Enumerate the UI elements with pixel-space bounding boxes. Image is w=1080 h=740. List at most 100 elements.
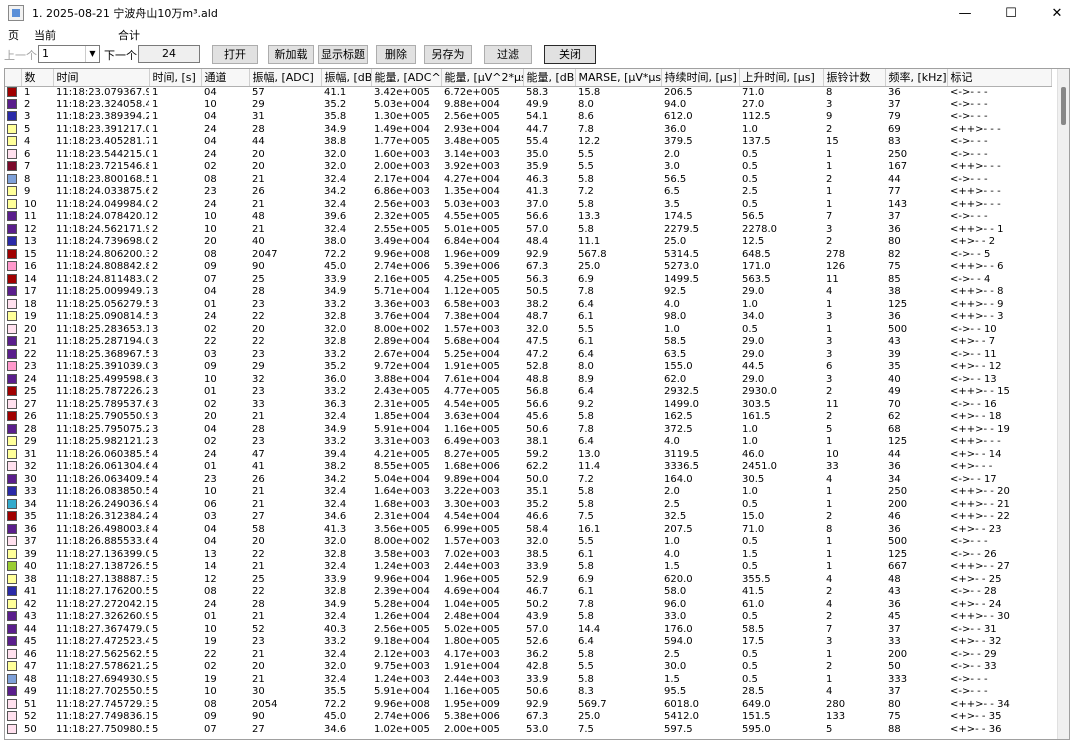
table-row[interactable]: 9 11:18:24.033875.6 2 23 26 34.2 6.86e+003 1.35… (5, 186, 1051, 199)
reload-button[interactable]: 新加载 (268, 45, 314, 64)
table-cell: 5 (152, 636, 159, 648)
table-cell: 46.3 (526, 173, 549, 185)
color-swatch-icon (7, 636, 17, 647)
row-color-cell (5, 148, 21, 162)
table-row[interactable]: 51 11:18:27.745729.3 5 08 2054 72.2 9.96e+008 1… (5, 698, 1051, 712)
table-cell: 5.8 (578, 673, 594, 685)
table-row[interactable]: 32 11:18:26.061304.6 4 01 41 38.2 8.55e+005 1.6… (5, 461, 1051, 474)
table-row[interactable]: 50 11:18:27.750980.5 5 07 27 34.6 1.02e+005 2.0… (5, 723, 1051, 737)
table-row[interactable]: 17 11:18:25.009949.7 3 04 28 34.9 5.71e+004 1.1… (5, 286, 1051, 299)
table-row[interactable]: 43 11:18:27.326260.9 5 01 21 32.4 1.26e+004 2.4… (5, 611, 1051, 624)
column-header[interactable]: 振铃计数 (823, 69, 886, 87)
column-header[interactable]: 时间, [s] (149, 69, 202, 87)
table-row[interactable]: 44 11:18:27.367479.0 5 10 52 40.3 2.56e+005 5.0… (5, 623, 1051, 637)
table-row[interactable]: 10 11:18:24.049984.0 2 24 21 32.4 2.56e+003 5.0… (5, 198, 1051, 212)
table-row[interactable]: 34 11:18:26.249036.9 4 06 21 32.4 1.68e+003 3.3… (5, 498, 1051, 512)
table-row[interactable]: 25 11:18:25.787226.2 3 01 23 33.2 2.43e+005 4.7… (5, 386, 1051, 399)
table-cell: 1 (826, 561, 833, 573)
table-row[interactable]: 18 11:18:25.056279.5 3 01 23 33.2 3.36e+003 6.5… (5, 298, 1051, 312)
table-row[interactable]: 46 11:18:27.562562.5 5 22 21 32.4 2.12e+003 4.1… (5, 648, 1051, 662)
table-row[interactable]: 48 11:18:27.694930.9 5 19 21 32.4 1.24e+003 2.4… (5, 673, 1051, 687)
table-row[interactable]: 21 11:18:25.287194.0 3 22 22 32.8 2.89e+004 5.6… (5, 336, 1051, 349)
column-header[interactable]: 时间 (53, 69, 150, 87)
table-row[interactable]: 27 11:18:25.789537.6 3 02 33 36.3 2.31e+005 4.5… (5, 398, 1051, 412)
table-row[interactable]: 29 11:18:25.982121.2 3 02 23 33.2 3.31e+003 6.4… (5, 436, 1051, 449)
table-row[interactable]: 22 11:18:25.368967.5 3 03 23 33.2 2.67e+004 5.2… (5, 348, 1051, 362)
table-row[interactable]: 42 11:18:27.272042.1 5 24 28 34.9 5.28e+004 1.0… (5, 598, 1051, 612)
column-header[interactable]: MARSE, [µV*µs] (575, 69, 662, 87)
save-as-button[interactable]: 另存为 (424, 45, 472, 64)
open-button[interactable]: 打开 (212, 45, 258, 64)
filter-button[interactable]: 过滤 (484, 45, 532, 64)
delete-button[interactable]: 删除 (376, 45, 416, 64)
column-header[interactable]: 能量, [µV^2*µs] (441, 69, 524, 87)
table-row[interactable]: 2 11:18:23.324058.4 1 10 29 35.2 5.03e+004 9.88… (5, 98, 1051, 112)
column-header[interactable]: 振幅, [dB] (321, 69, 372, 87)
maximize-button[interactable]: ☐ (988, 0, 1034, 26)
page-select[interactable]: 1 ▼ (38, 45, 100, 63)
table-row[interactable]: 7 11:18:23.721546.8 1 02 20 32.0 2.00e+003 3.92… (5, 161, 1051, 174)
table-cell: 24 (204, 148, 217, 160)
vertical-scrollbar[interactable] (1057, 69, 1069, 739)
table-row[interactable]: 37 11:18:26.885533.6 4 04 20 32.0 8.00e+002 1.5… (5, 536, 1051, 549)
table-row[interactable]: 23 11:18:25.391039.0 3 09 29 35.2 9.72e+004 1.9… (5, 361, 1051, 374)
table-row[interactable]: 45 11:18:27.472523.4 5 19 23 33.2 9.18e+004 1.8… (5, 636, 1051, 649)
table-row[interactable]: 24 11:18:25.499598.6 3 10 32 36.0 3.88e+004 7.6… (5, 373, 1051, 387)
table-row[interactable]: 5 11:18:23.391217.0 1 24 28 34.9 1.49e+004 2.93… (5, 123, 1051, 137)
table-row[interactable]: 30 11:18:26.063409.5 4 23 26 34.2 5.04e+004 9.8… (5, 473, 1051, 487)
table-row[interactable]: 26 11:18:25.790550.9 3 20 21 32.4 1.85e+004 3.6… (5, 411, 1051, 424)
table-cell: 5 (152, 686, 159, 698)
table-row[interactable]: 12 11:18:24.562171.9 2 10 21 32.4 2.55e+005 5.0… (5, 223, 1051, 237)
column-header[interactable]: 振幅, [ADC] (249, 69, 322, 87)
table-row[interactable]: 1 11:18:23.079367.9 1 04 57 41.1 3.42e+005 6.72… (5, 86, 1051, 99)
column-header[interactable]: 数 (21, 69, 54, 87)
column-header[interactable]: 能量, [ADC^2] (371, 69, 442, 87)
close-button[interactable]: 关闭 (544, 45, 596, 64)
row-color-cell (5, 411, 21, 424)
column-header[interactable]: 上升时间, [µs] (739, 69, 824, 87)
minimize-button[interactable]: — (942, 0, 988, 26)
table-row[interactable]: 15 11:18:24.806200.3 2 08 2047 72.2 9.96e+008 1… (5, 248, 1051, 262)
table-row[interactable]: 47 11:18:27.578621.2 5 02 20 32.0 9.75e+003 1.9… (5, 661, 1051, 674)
table-row[interactable]: 3 11:18:23.389394.2 1 04 31 35.8 1.30e+005 2.56… (5, 111, 1051, 124)
table-cell: 33 (826, 461, 839, 473)
table-row[interactable]: 20 11:18:25.283653.1 3 02 20 32.0 8.00e+002 1.5… (5, 323, 1051, 337)
table-cell: 1 (826, 548, 833, 560)
table-cell: 32.4 (324, 648, 347, 660)
close-window-button[interactable]: ✕ (1034, 0, 1080, 26)
table-row[interactable]: 13 11:18:24.739698.0 2 20 40 38.0 3.49e+004 6.8… (5, 236, 1051, 249)
column-header[interactable]: 通道 (201, 69, 250, 87)
color-swatch-icon (7, 498, 17, 509)
show-title-button[interactable]: 显示标题 (318, 45, 368, 64)
table-row[interactable]: 8 11:18:23.800168.5 1 08 21 32.4 2.17e+004 4.27… (5, 173, 1051, 187)
table-row[interactable]: 52 11:18:27.749836.1 5 09 90 45.0 2.74e+006 5.3… (5, 711, 1051, 724)
table-row[interactable]: 33 11:18:26.083850.5 4 10 21 32.4 1.64e+003 3.2… (5, 486, 1051, 499)
table-cell: <++>- - 34 (950, 698, 1010, 710)
table-row[interactable]: 39 11:18:27.136399.0 5 13 22 32.8 3.58e+003 7.0… (5, 548, 1051, 562)
table-row[interactable]: 11 11:18:24.078420.1 2 10 48 39.6 2.32e+005 4.5… (5, 211, 1051, 224)
table-cell: 44 (888, 448, 901, 460)
column-header[interactable]: 标记 (947, 69, 1052, 87)
table-row[interactable]: 16 11:18:24.808842.8 2 09 90 45.0 2.74e+006 5.3… (5, 261, 1051, 274)
scrollbar-thumb[interactable] (1061, 87, 1066, 125)
table-row[interactable]: 49 11:18:27.702550.5 5 10 30 35.5 5.91e+004 1.1… (5, 686, 1051, 699)
table-row[interactable]: 28 11:18:25.795075.2 3 04 28 34.9 5.91e+004 1.1… (5, 423, 1051, 437)
table-row[interactable]: 6 11:18:23.544215.0 1 24 20 32.0 1.60e+003 3.14… (5, 148, 1051, 162)
color-swatch-icon (7, 423, 17, 434)
table-row[interactable]: 4 11:18:23.405281.7 1 04 44 38.8 1.77e+005 3.48… (5, 136, 1051, 149)
table-row[interactable]: 14 11:18:24.811483.0 2 07 25 33.9 2.16e+005 4.2… (5, 273, 1051, 287)
table-row[interactable]: 38 11:18:27.138887.3 5 12 25 33.9 9.96e+004 1.9… (5, 573, 1051, 587)
table-row[interactable]: 40 11:18:27.138726.5 5 14 21 32.4 1.24e+003 2.4… (5, 561, 1051, 574)
column-header[interactable]: 频率, [kHz] (885, 69, 948, 87)
column-header[interactable]: 能量, [dB] (523, 69, 576, 87)
table-cell: 2 (24, 98, 31, 110)
table-row[interactable]: 36 11:18:26.498003.8 4 04 58 41.3 3.56e+005 6.9… (5, 523, 1051, 537)
chevron-down-icon[interactable]: ▼ (85, 46, 99, 62)
next-page-button[interactable]: 下一个 (104, 47, 137, 63)
table-row[interactable]: 19 11:18:25.090814.5 3 24 22 32.8 3.76e+004 7.3… (5, 311, 1051, 324)
column-header[interactable]: 持续时间, [µs] (661, 69, 740, 87)
prev-page-button[interactable]: 上一个 (4, 47, 37, 63)
table-row[interactable]: 31 11:18:26.060385.5 4 24 47 39.4 4.21e+005 8.2… (5, 448, 1051, 462)
table-row[interactable]: 35 11:18:26.312384.2 4 03 27 34.6 2.31e+004 4.5… (5, 511, 1051, 524)
table-row[interactable]: 41 11:18:27.176200.5 5 08 22 32.8 2.39e+004 4.6… (5, 586, 1051, 599)
